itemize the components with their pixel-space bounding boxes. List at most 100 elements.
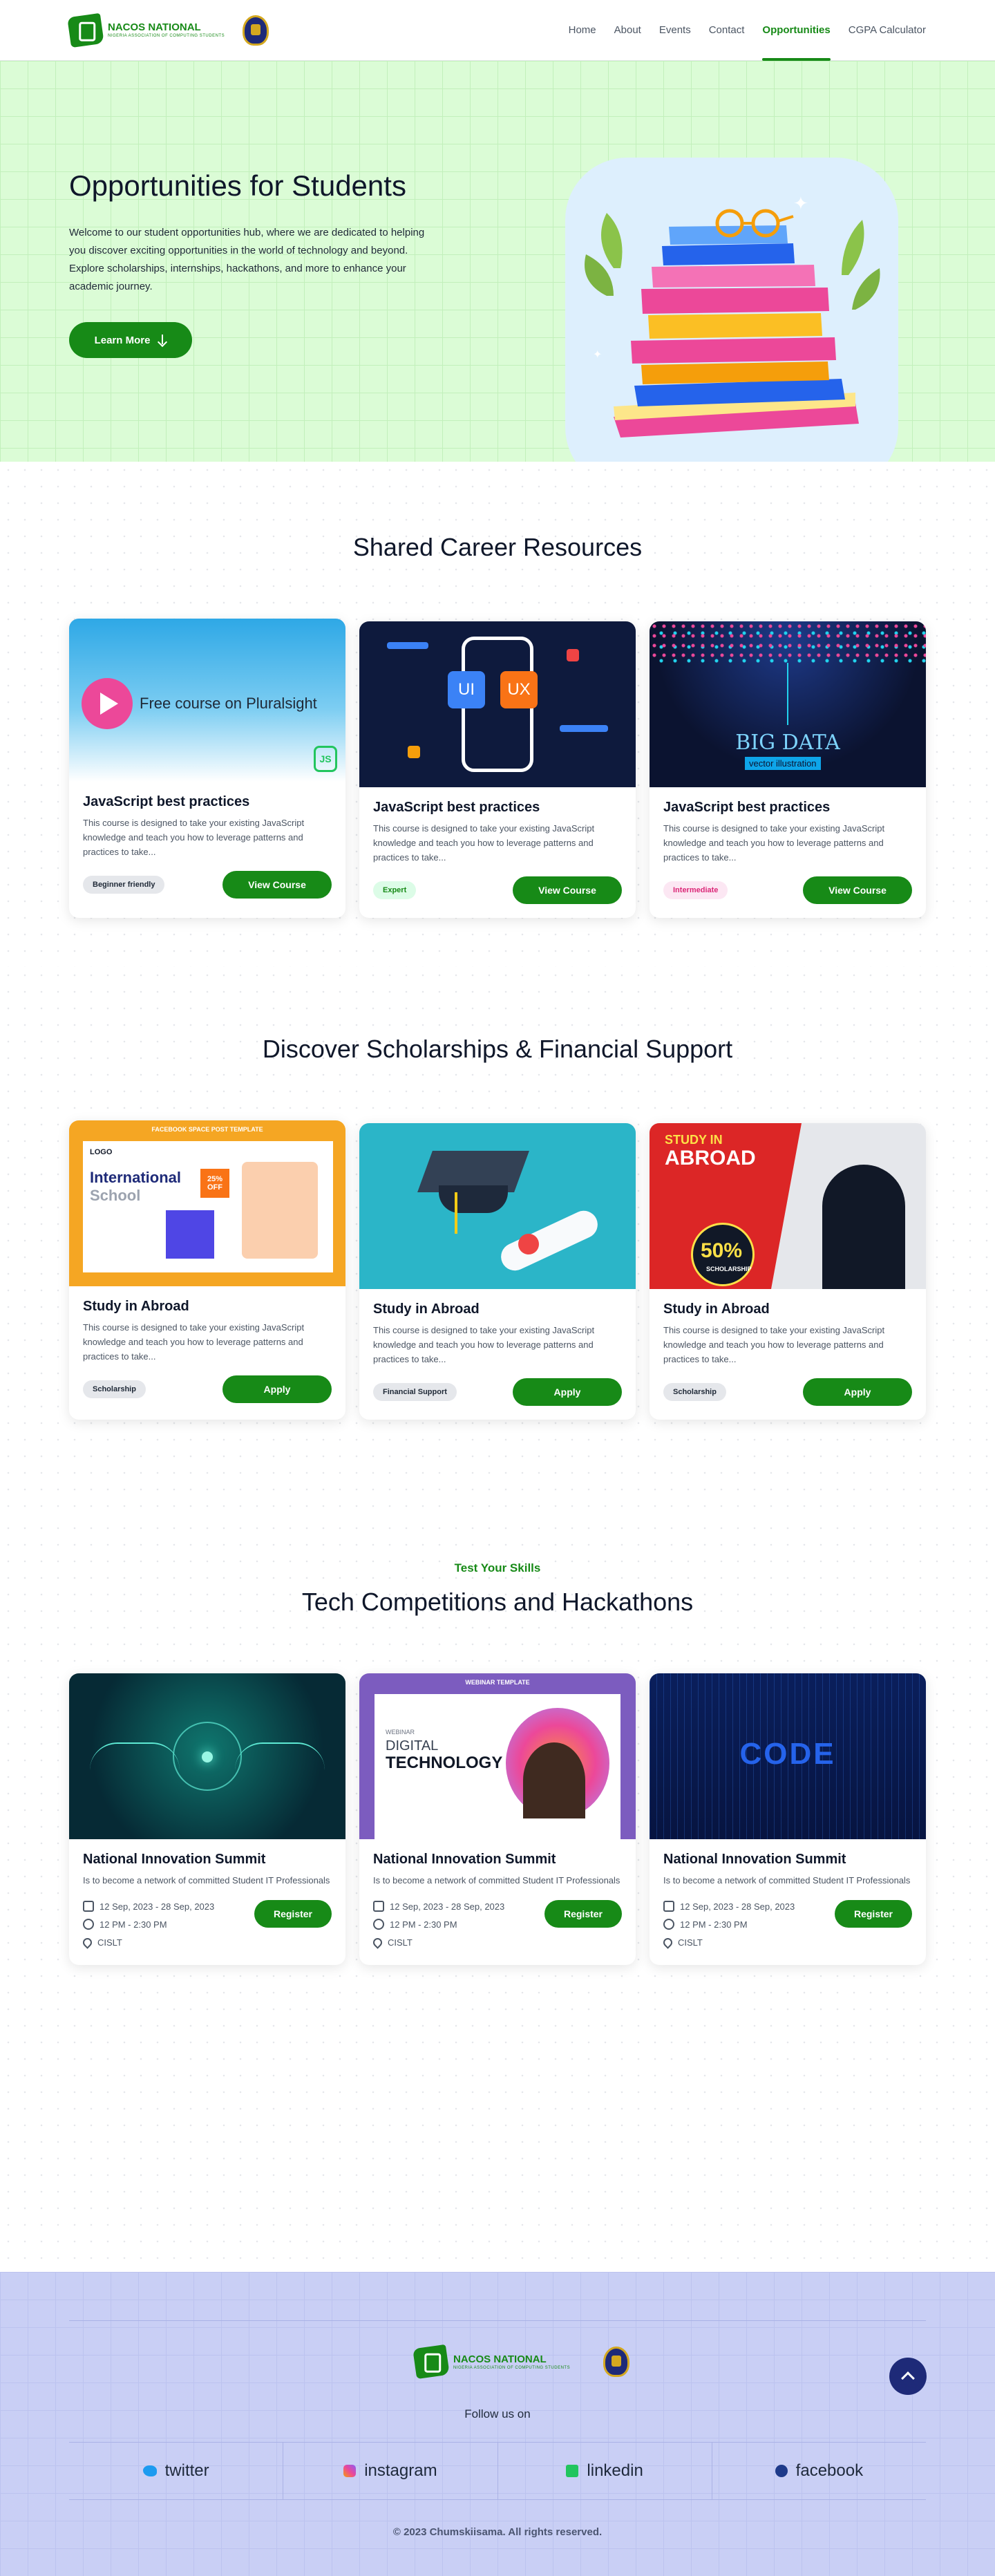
main-nav: Home About Events Contact Opportunities … <box>569 0 926 61</box>
event-time: 12 PM - 2:30 PM <box>100 1919 167 1930</box>
apply-button[interactable]: Apply <box>803 1378 912 1406</box>
clock-icon <box>373 1919 384 1930</box>
image-subcaption: vector illustration <box>745 757 821 770</box>
event-time: 12 PM - 2:30 PM <box>680 1919 748 1930</box>
event-time: 12 PM - 2:30 PM <box>390 1919 457 1930</box>
facebook-link[interactable]: facebook <box>712 2443 926 2499</box>
brand-logo[interactable]: NACOS NATIONAL NIGERIA ASSOCIATION OF CO… <box>67 12 225 48</box>
instagram-label: instagram <box>364 2461 437 2480</box>
card-desc: This course is designed to take your exi… <box>663 823 885 863</box>
view-course-button[interactable]: View Course <box>222 871 332 899</box>
apply-button[interactable]: Apply <box>513 1378 622 1406</box>
image-caption: BIG DATA <box>735 731 840 755</box>
apply-button[interactable]: Apply <box>222 1375 332 1403</box>
card-desc: This course is designed to take your exi… <box>663 1325 885 1364</box>
arrow-up-icon <box>901 2371 915 2385</box>
course-card: Free course on Pluralsight JS JavaScript… <box>69 619 345 918</box>
level-badge: Intermediate <box>663 881 728 899</box>
card-desc: This course is designed to take your exi… <box>373 1325 595 1364</box>
image-caption: Free course on Pluralsight <box>140 695 317 712</box>
view-course-button[interactable]: View Course <box>803 876 912 904</box>
location-icon <box>81 1935 94 1949</box>
learn-more-label: Learn More <box>94 334 151 346</box>
event-location: CISLT <box>97 1937 122 1948</box>
footer-brand-tagline: NIGERIA ASSOCIATION OF COMPUTING STUDENT… <box>453 2365 571 2370</box>
nav-opportunities[interactable]: Opportunities <box>762 0 831 61</box>
footer-brand-name: NACOS NATIONAL NIGERIA ASSOCIATION OF CO… <box>453 2354 570 2370</box>
card-title: Study in Abroad <box>663 1301 770 1317</box>
course-card: UI UX JavaScript best practices This cou… <box>359 621 636 918</box>
image-headline: International <box>90 1169 182 1186</box>
calendar-icon <box>373 1901 384 1912</box>
svg-text:✦: ✦ <box>593 349 602 361</box>
card-title: JavaScript best practices <box>83 794 250 809</box>
brand-tagline: NIGERIA ASSOCIATION OF COMPUTING STUDENT… <box>108 34 225 38</box>
hackathon-title: Tech Competitions and Hackathons <box>301 1588 694 1616</box>
nav-events[interactable]: Events <box>659 0 691 61</box>
learn-more-button[interactable]: Learn More <box>69 322 192 358</box>
location-icon <box>661 1935 674 1949</box>
event-date: 12 Sep, 2023 - 28 Sep, 2023 <box>100 1901 215 1912</box>
footer-logo[interactable]: NACOS NATIONAL NIGERIA ASSOCIATION OF CO… <box>413 2344 630 2380</box>
scholarship-title: Discover Scholarships & Financial Suppor… <box>262 1035 733 1063</box>
social-links: twitter instagram linkedin facebook <box>69 2442 926 2500</box>
card-desc: This course is designed to take your exi… <box>83 1322 305 1362</box>
instagram-link[interactable]: instagram <box>283 2443 498 2499</box>
event-image: WEBINAR TEMPLATE WEBINAR DIGITAL TECHNOL… <box>359 1673 636 1839</box>
back-to-top-button[interactable] <box>889 2358 927 2395</box>
crest-icon <box>243 15 269 46</box>
card-title: JavaScript best practices <box>373 800 540 815</box>
event-card: CODE National Innovation Summit Is to be… <box>650 1673 926 1965</box>
scholarship-percent: 50% <box>701 1239 743 1262</box>
nav-contact[interactable]: Contact <box>709 0 745 61</box>
site-header: NACOS NATIONAL NIGERIA ASSOCIATION OF CO… <box>0 0 995 61</box>
books-illustration: ✦ ✦ <box>585 193 880 438</box>
course-image: BIG DATA vector illustration <box>650 621 926 787</box>
linkedin-link[interactable]: linkedin <box>498 2443 712 2499</box>
view-course-button[interactable]: View Course <box>513 876 622 904</box>
copyright: © 2023 Chumskiisama. All rights reserved… <box>392 2526 603 2538</box>
twitter-icon <box>142 2465 157 2476</box>
linkedin-icon <box>566 2465 579 2477</box>
facebook-icon <box>775 2465 788 2477</box>
scholarship-card: FACEBOOK SPACE POST TEMPLATE LOGO Intern… <box>69 1120 345 1420</box>
clock-icon <box>83 1919 94 1930</box>
register-button[interactable]: Register <box>544 1900 622 1928</box>
calendar-icon <box>663 1901 674 1912</box>
image-headline: STUDY IN <box>665 1133 723 1147</box>
nav-about[interactable]: About <box>614 0 641 61</box>
footer-brand-title: NACOS NATIONAL <box>453 2353 547 2365</box>
scholarship-label: SCHOLARSHIP <box>706 1266 752 1272</box>
instagram-icon <box>343 2465 357 2477</box>
card-title: National Innovation Summit <box>373 1852 556 1867</box>
brand-title: NACOS NATIONAL <box>108 21 201 33</box>
logo-icon <box>67 12 104 48</box>
hero-title: Opportunities for Students <box>69 169 406 202</box>
follow-label: Follow us on <box>464 2407 531 2420</box>
nav-home[interactable]: Home <box>569 0 596 61</box>
career-section: Shared Career Resources Free course on P… <box>0 462 995 967</box>
image-top-label: FACEBOOK SPACE POST TEMPLATE <box>151 1126 263 1133</box>
svg-text:✦: ✦ <box>793 193 808 214</box>
ui-tile: UI <box>448 671 485 708</box>
location-icon <box>371 1935 384 1949</box>
crest-icon <box>603 2347 630 2377</box>
image-small-label: WEBINAR <box>386 1729 415 1736</box>
card-title: Study in Abroad <box>83 1299 189 1314</box>
nav-cgpa-calculator[interactable]: CGPA Calculator <box>849 0 926 61</box>
level-badge: Beginner friendly <box>83 876 165 894</box>
card-title: Study in Abroad <box>373 1301 480 1317</box>
card-title: JavaScript best practices <box>663 800 831 815</box>
card-title: National Innovation Summit <box>663 1852 846 1867</box>
type-badge: Scholarship <box>83 1380 146 1398</box>
card-desc: Is to become a network of committed Stud… <box>83 1875 330 1886</box>
register-button[interactable]: Register <box>835 1900 912 1928</box>
type-badge: Financial Support <box>373 1383 457 1401</box>
event-image: CODE <box>650 1673 926 1839</box>
discount-tag: 25% OFF <box>200 1169 229 1198</box>
register-button[interactable]: Register <box>254 1900 332 1928</box>
scholarship-card: STUDY IN ABROAD 50% SCHOLARSHIP Study in… <box>650 1123 926 1420</box>
twitter-link[interactable]: twitter <box>69 2443 284 2499</box>
hackathon-section: Test Your Skills Tech Competitions and H… <box>0 1520 995 2272</box>
image-headline-2: School <box>90 1187 141 1204</box>
